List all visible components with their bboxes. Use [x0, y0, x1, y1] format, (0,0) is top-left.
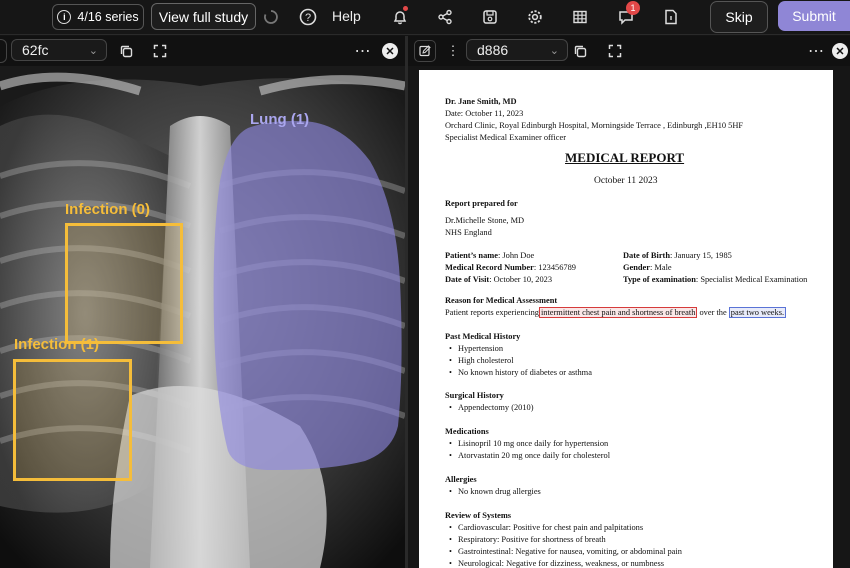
- ros-list: Cardiovascular: Positive for chest pain …: [449, 522, 682, 568]
- close-icon: ✕: [832, 43, 848, 59]
- skip-button[interactable]: Skip: [710, 1, 768, 33]
- series-select[interactable]: 62fc ⌄: [11, 39, 107, 61]
- reason-text: Patient reports experiencing intermittent…: [445, 307, 787, 318]
- patient-name-row: Patient’s name: John Doe: [445, 251, 535, 260]
- list-item: Lisinopril 10 mg once daily for hyperten…: [449, 438, 610, 450]
- prepared-for-org: NHS England: [445, 228, 492, 237]
- share-icon[interactable]: [433, 5, 457, 29]
- series-counter-label: 4/16 series: [77, 10, 139, 24]
- help-icon[interactable]: ?: [296, 5, 320, 29]
- medical-report-page: Dr. Jane Smith, MD Date: October 11, 202…: [419, 70, 833, 568]
- list-item: No known history of diabetes or asthma: [449, 367, 592, 379]
- report-date-line: Date: October 11, 2023: [445, 109, 524, 118]
- highlight-duration[interactable]: past two weeks.: [728, 307, 787, 318]
- reason-heading: Reason for Medical Assessment: [445, 296, 558, 305]
- document-icon[interactable]: [659, 5, 683, 29]
- right-viewer-toolbar: ⋮ d886 ⌄ ⋯ ✕: [408, 36, 850, 66]
- chat-count-badge: 1: [626, 1, 640, 15]
- surgical-list: Appendectomy (2010): [449, 402, 534, 414]
- document-viewer[interactable]: Dr. Jane Smith, MD Date: October 11, 202…: [408, 66, 850, 568]
- mrn-row: Medical Record Number: 123456789: [445, 263, 576, 272]
- chest-xray-image: [0, 66, 405, 568]
- list-item: Appendectomy (2010): [449, 402, 534, 414]
- list-item: Neurological: Negative for dizziness, we…: [449, 558, 682, 568]
- list-item: Atorvastatin 20 mg once daily for choles…: [449, 450, 610, 462]
- doctor-name: Dr. Jane Smith, MD: [445, 97, 517, 106]
- top-toolbar: i 4/16 series View full study ? Help 1 S…: [0, 0, 850, 35]
- duplicate-window-icon[interactable]: [570, 41, 590, 61]
- svg-text:?: ?: [305, 12, 311, 24]
- infection-1-annotation-label[interactable]: Infection (1): [14, 336, 99, 353]
- infection-1-bounding-box[interactable]: [13, 359, 132, 481]
- submit-button[interactable]: Submit: [778, 1, 850, 31]
- list-item: No known drug allergies: [449, 486, 541, 498]
- ros-heading: Review of Systems: [445, 511, 512, 520]
- list-item: Gastrointestinal: Negative for nausea, v…: [449, 546, 682, 558]
- highlight-symptoms[interactable]: intermittent chest pain and shortness of…: [538, 307, 698, 318]
- pmh-list: Hypertension High cholesterol No known h…: [449, 343, 592, 379]
- view-full-study-button[interactable]: View full study: [151, 3, 256, 30]
- exam-type-row: Type of examination: Specialist Medical …: [623, 275, 808, 284]
- bell-icon[interactable]: [388, 5, 412, 29]
- infection-0-annotation-label[interactable]: Infection (0): [65, 201, 150, 218]
- prepared-for-name: Dr.Michelle Stone, MD: [445, 216, 525, 225]
- help-label[interactable]: Help: [332, 8, 361, 24]
- notification-dot: [403, 6, 408, 11]
- loading-spinner-icon: [259, 5, 283, 29]
- lung-annotation-label[interactable]: Lung (1): [250, 111, 309, 128]
- series-counter[interactable]: i 4/16 series: [52, 4, 144, 30]
- infection-0-bounding-box[interactable]: [65, 223, 183, 344]
- medications-list: Lisinopril 10 mg once daily for hyperten…: [449, 438, 610, 462]
- list-item: High cholesterol: [449, 355, 592, 367]
- vertical-menu-icon[interactable]: ⋮: [443, 41, 463, 61]
- left-edge-control[interactable]: [0, 39, 7, 63]
- fullscreen-icon[interactable]: [605, 41, 625, 61]
- close-icon: ✕: [382, 43, 398, 59]
- edit-icon[interactable]: [414, 40, 436, 62]
- pmh-heading: Past Medical History: [445, 332, 521, 341]
- list-item: Cardiovascular: Positive for chest pain …: [449, 522, 682, 534]
- close-viewer-button[interactable]: ✕: [380, 41, 400, 61]
- save-icon[interactable]: [478, 5, 502, 29]
- document-select-value: d886: [477, 42, 509, 58]
- settings-gear-icon[interactable]: [523, 5, 547, 29]
- chevron-down-icon: ⌄: [549, 45, 559, 57]
- more-options-icon[interactable]: ⋯: [806, 41, 826, 61]
- document-select[interactable]: d886 ⌄: [466, 39, 568, 61]
- dob-row: Date of Birth: January 15, 1985: [623, 251, 732, 260]
- more-options-icon[interactable]: ⋯: [353, 41, 373, 61]
- left-viewer-toolbar: 62fc ⌄ ⋯ ✕: [0, 36, 405, 66]
- clinic-address: Orchard Clinic, Royal Edinburgh Hospital…: [445, 121, 744, 130]
- info-icon: i: [57, 10, 72, 24]
- prepared-for-heading: Report prepared for: [445, 199, 518, 208]
- allergies-heading: Allergies: [445, 475, 477, 484]
- lung-segmentation-mask: [213, 120, 402, 471]
- series-select-value: 62fc: [22, 42, 49, 58]
- duplicate-window-icon[interactable]: [116, 41, 136, 61]
- list-item: Hypertension: [449, 343, 592, 355]
- xray-image-viewer[interactable]: Lung (1) Infection (0) Infection (1): [0, 66, 405, 568]
- surgical-heading: Surgical History: [445, 391, 504, 400]
- report-date: October 11 2023: [594, 176, 658, 186]
- gender-row: Gender: Male: [623, 263, 672, 272]
- medications-heading: Medications: [445, 427, 489, 436]
- fullscreen-icon[interactable]: [150, 41, 170, 61]
- table-grid-icon[interactable]: [568, 5, 592, 29]
- doctor-role: Specialist Medical Examiner officer: [445, 133, 567, 142]
- visit-row: Date of Visit: October 10, 2023: [445, 275, 553, 284]
- report-title: MEDICAL REPORT: [565, 150, 685, 165]
- allergies-list: No known drug allergies: [449, 486, 541, 498]
- list-item: Respiratory: Positive for shortness of b…: [449, 534, 682, 546]
- close-viewer-button[interactable]: ✕: [830, 41, 850, 61]
- chevron-down-icon: ⌄: [88, 45, 98, 57]
